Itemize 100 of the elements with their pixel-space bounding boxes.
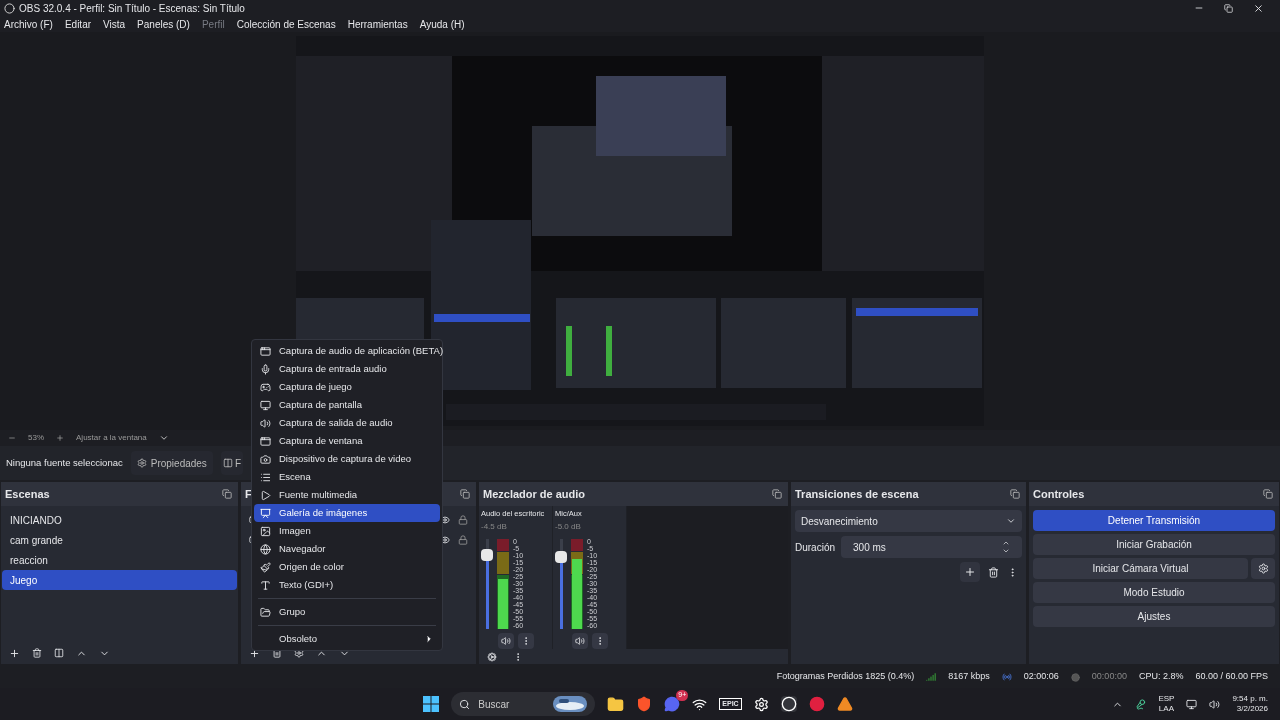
more-button[interactable] xyxy=(517,633,534,650)
wave-icon[interactable] xyxy=(692,696,708,712)
control-button[interactable]: Ajustes xyxy=(1033,606,1275,627)
context-menu-item[interactable]: Obsoleto xyxy=(254,630,440,648)
windows-logo-icon[interactable] xyxy=(423,696,440,712)
undock-icon[interactable] xyxy=(222,489,232,499)
transition-dropdown[interactable]: Desvanecimiento xyxy=(795,510,1022,532)
menu-item[interactable]: Colección de Escenas xyxy=(236,16,336,32)
scene-item[interactable]: reaccion xyxy=(2,550,237,570)
context-menu-item[interactable]: Captura de salida de audio xyxy=(254,414,440,432)
restore-icon[interactable] xyxy=(1224,3,1233,13)
add-icon[interactable] xyxy=(9,647,20,659)
menu-item-icon xyxy=(260,543,271,555)
menu-item-icon xyxy=(260,453,271,465)
context-menu-item[interactable]: Galería de imágenes xyxy=(254,504,440,522)
menu-item[interactable]: Editar xyxy=(64,16,92,32)
scene-item[interactable]: Juego xyxy=(2,570,237,590)
properties-button[interactable]: Propiedades xyxy=(130,451,213,475)
volume-handle[interactable] xyxy=(555,551,567,564)
filter-icon[interactable] xyxy=(54,648,64,658)
folder-icon[interactable] xyxy=(607,695,625,713)
caret-icon[interactable] xyxy=(158,433,169,443)
visibility-icon[interactable] xyxy=(440,515,450,525)
visibility-icon[interactable] xyxy=(440,535,450,545)
gear-icon[interactable] xyxy=(753,696,769,712)
filters-button[interactable]: F xyxy=(220,451,243,475)
microphone-icon[interactable] xyxy=(1135,698,1147,710)
context-menu-item[interactable]: Grupo xyxy=(254,603,440,621)
volume-handle[interactable] xyxy=(481,549,493,562)
fps: 60.00 / 60.00 FPS xyxy=(1195,670,1268,684)
trash-icon[interactable] xyxy=(32,648,42,658)
menu-item-icon xyxy=(260,471,271,483)
duration-label: Duración xyxy=(795,540,836,555)
context-menu-item[interactable]: Origen de color xyxy=(254,558,440,576)
scene-item[interactable]: cam grande xyxy=(2,530,237,550)
context-menu-item[interactable]: Captura de juego xyxy=(254,378,440,396)
menu-item-icon xyxy=(260,381,271,393)
menu-item-icon xyxy=(260,417,271,429)
context-menu-item[interactable]: Imagen xyxy=(254,522,440,540)
menu-item[interactable]: Ayuda (H) xyxy=(419,16,465,32)
dock-title: Controles xyxy=(1033,486,1085,502)
increment-icon[interactable] xyxy=(1002,539,1010,547)
context-menu-item[interactable]: Navegador xyxy=(254,540,440,558)
duration-field[interactable]: 300 ms xyxy=(841,536,1022,558)
volume-icon[interactable] xyxy=(1209,698,1221,710)
context-menu-item[interactable]: Fuente multimedia xyxy=(254,486,440,504)
context-menu-item[interactable]: Captura de pantalla xyxy=(254,396,440,414)
context-menu-item[interactable]: Dispositivo de captura de video xyxy=(254,450,440,468)
bitrate: 8167 kbps xyxy=(948,670,990,684)
undock-icon[interactable] xyxy=(460,489,470,499)
scene-item[interactable]: INICIANDO xyxy=(2,510,237,530)
menu-item[interactable]: Herramientas xyxy=(347,16,408,32)
clock[interactable]: 9:54 p. m. 3/2/2026 xyxy=(1232,694,1268,714)
context-menu-item[interactable]: Escena xyxy=(254,468,440,486)
mute-button[interactable] xyxy=(571,633,588,650)
add-button[interactable] xyxy=(960,562,980,582)
advanced-audio-icon[interactable] xyxy=(487,651,497,662)
chat-icon[interactable] xyxy=(664,696,681,712)
network-icon[interactable] xyxy=(1186,698,1198,710)
lock-icon[interactable] xyxy=(458,515,468,525)
menu-item-icon xyxy=(260,399,271,411)
dropped-frames: Fotogramas Perdidos 1825 (0.4%) xyxy=(776,670,915,684)
lock-icon[interactable] xyxy=(458,535,468,545)
menu-item-icon xyxy=(260,525,271,537)
menu-item[interactable]: Paneles (D) xyxy=(137,16,190,32)
undock-icon[interactable] xyxy=(1010,489,1020,499)
control-button[interactable]: Iniciar Cámara Virtual xyxy=(1033,558,1248,579)
more-button[interactable] xyxy=(591,633,608,650)
context-menu-item[interactable]: Captura de entrada audio xyxy=(254,360,440,378)
decrement-icon[interactable] xyxy=(1002,547,1010,555)
menu-item-icon xyxy=(260,489,271,501)
undock-icon[interactable] xyxy=(772,489,782,499)
trash-icon[interactable] xyxy=(988,566,999,578)
undock-icon[interactable] xyxy=(1263,489,1273,499)
recorder-icon[interactable] xyxy=(780,696,797,712)
fit-button[interactable]: Ajustar a la ventana xyxy=(76,432,147,444)
search-field[interactable]: Buscar xyxy=(451,692,596,716)
dock-title: Transiciones de escena xyxy=(795,486,919,502)
settings-icon[interactable] xyxy=(294,648,304,658)
control-button[interactable]: Iniciar Grabación xyxy=(1033,534,1275,555)
context-menu-item[interactable]: Captura de ventana xyxy=(254,432,440,450)
volume-slider[interactable] xyxy=(555,539,567,630)
shield-icon[interactable] xyxy=(636,696,653,712)
record-app-icon[interactable] xyxy=(808,696,825,712)
window-title: OBS 32.0.4 - Perfil: Sin Título - Escenas: Sin Título xyxy=(19,1,245,16)
volume-slider[interactable] xyxy=(481,539,493,630)
zoom-in-icon[interactable] xyxy=(56,434,64,442)
settings-button[interactable] xyxy=(1251,558,1275,579)
menu-item[interactable]: Archivo (F) xyxy=(4,16,53,32)
mute-button[interactable] xyxy=(497,633,514,650)
menu-item[interactable]: Vista xyxy=(103,16,126,32)
control-button[interactable]: Modo Estudio xyxy=(1033,582,1275,603)
dock-title: Mezclador de audio xyxy=(483,486,586,502)
gear-icon xyxy=(1257,563,1269,574)
close-icon[interactable] xyxy=(1253,2,1264,14)
context-menu-item[interactable]: Texto (GDI+) xyxy=(254,576,440,594)
triangle-app-icon[interactable] xyxy=(836,696,853,712)
control-button[interactable]: Detener Transmisión xyxy=(1033,510,1275,531)
channel-reading: -5.0 dB xyxy=(555,521,582,534)
language-indicator[interactable]: ESP LAA xyxy=(1158,694,1175,714)
